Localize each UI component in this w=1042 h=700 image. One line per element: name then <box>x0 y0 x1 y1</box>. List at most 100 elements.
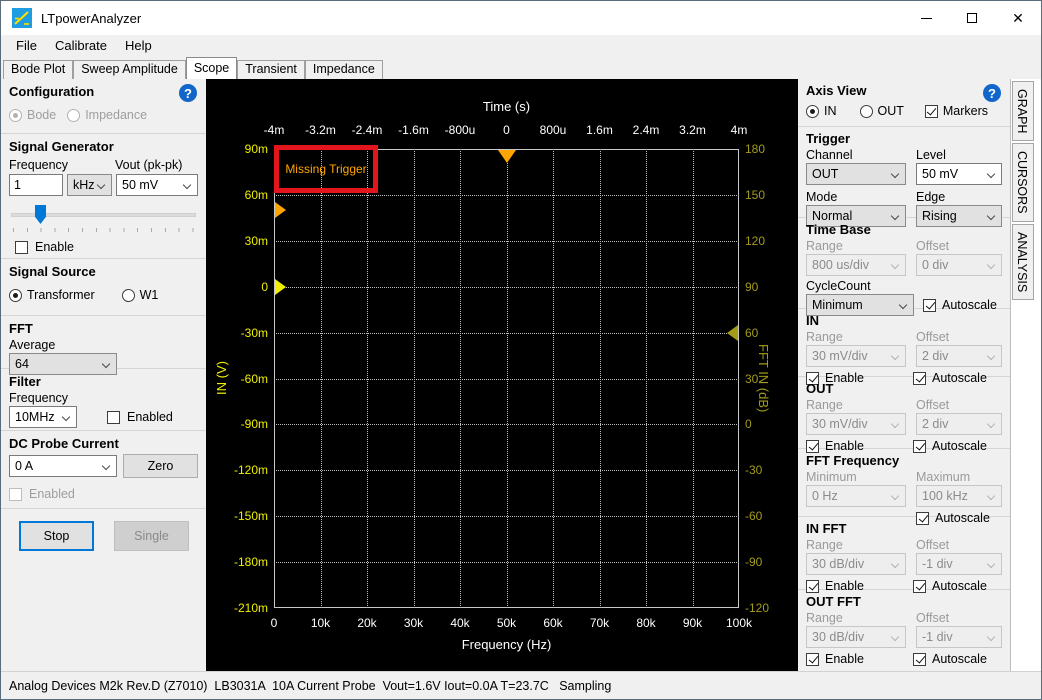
right-control-panel: Axis View ? IN OUT Markers Trigger Chann… <box>798 79 1011 671</box>
filter-frequency-select[interactable]: 10MHz <box>9 406 77 428</box>
dc-probe-current-select[interactable]: 0 A <box>9 455 117 477</box>
axis-view-help-icon[interactable]: ? <box>983 84 1001 102</box>
frequency-tick-label: 80k <box>636 616 655 630</box>
configuration-help-icon[interactable]: ? <box>179 84 197 102</box>
app-logo-icon <box>12 8 32 28</box>
menu-calibrate[interactable]: Calibrate <box>46 35 116 57</box>
slider-thumb[interactable] <box>35 205 46 224</box>
menu-file[interactable]: File <box>7 35 46 57</box>
fft-section: FFT Average 64 <box>1 316 206 369</box>
missing-trigger-annotation: Missing Trigger <box>274 145 378 193</box>
trigger-level-select[interactable]: 50 mV <box>916 163 1002 185</box>
configuration-title: Configuration <box>9 84 198 99</box>
out-fft-title: OUT FFT <box>806 594 1002 609</box>
stop-button[interactable]: Stop <box>19 521 94 551</box>
time-tick-label: 800u <box>540 123 567 137</box>
filter-enabled-checkbox[interactable] <box>107 411 120 424</box>
fft-maximum-value: 100 kHz <box>922 489 968 503</box>
zero-button[interactable]: Zero <box>123 454 198 478</box>
frequency-input[interactable] <box>9 174 63 196</box>
frequency-tick-label: 10k <box>311 616 330 630</box>
status-text: Analog Devices M2k Rev.D (Z7010) LB3031A… <box>9 679 611 693</box>
trigger-channel-select[interactable]: OUT <box>806 163 906 185</box>
axis-view-title: Axis View <box>806 83 1002 98</box>
tab-sweep-amplitude[interactable]: Sweep Amplitude <box>73 60 186 79</box>
fft-tick-label: 180 <box>745 142 765 156</box>
out-fft-enable-checkbox[interactable] <box>806 653 819 666</box>
in-fft-offset-value: -1 div <box>922 557 953 571</box>
fft-average-label: Average <box>9 338 198 352</box>
signal-generator-enable-label: Enable <box>35 240 74 254</box>
fft-minimum-select: 0 Hz <box>806 485 906 507</box>
side-tab-graph[interactable]: GRAPH <box>1012 81 1034 141</box>
fft-tick-label: 150 <box>745 188 765 202</box>
chevron-down-icon <box>891 261 899 269</box>
time-tick-label: -2.4m <box>352 123 383 137</box>
out-fft-offset-select: -1 div <box>916 626 1002 648</box>
filter-section: Filter Frequency 10MHz Enabled <box>1 369 206 431</box>
axis-view-in-radio[interactable] <box>806 105 819 118</box>
frequency-slider[interactable] <box>11 204 196 234</box>
frequency-unit-value: kHz <box>73 178 95 192</box>
frequency-tick-label: 90k <box>683 616 702 630</box>
grid-line <box>274 424 739 425</box>
time-tick-label: 1.6m <box>586 123 613 137</box>
scope-plot: Time (s) Frequency (Hz) IN (V) FFT IN (d… <box>206 79 798 671</box>
signal-generator-enable-checkbox[interactable] <box>15 241 28 254</box>
frequency-unit-select[interactable]: kHz <box>67 174 112 196</box>
trigger-title: Trigger <box>806 131 1002 146</box>
w1-radio[interactable] <box>122 289 135 302</box>
time-base-title: Time Base <box>806 222 1002 237</box>
tab-transient[interactable]: Transient <box>237 60 305 79</box>
fft-level-marker[interactable] <box>727 325 738 341</box>
grid-line <box>274 287 739 288</box>
chevron-down-icon <box>891 633 899 641</box>
fft-tick-label: -60 <box>745 509 762 523</box>
time-base-offset-select: 0 div <box>916 254 1002 276</box>
out-trigger-level-marker[interactable] <box>275 202 286 218</box>
out-fft-autoscale-checkbox[interactable] <box>913 653 926 666</box>
axis-view-out-radio[interactable] <box>860 105 873 118</box>
maximize-icon <box>967 13 977 23</box>
chevron-down-icon <box>987 261 995 269</box>
transformer-radio[interactable] <box>9 289 22 302</box>
in-range-value: 30 mV/div <box>812 349 868 363</box>
chevron-down-icon <box>987 420 995 428</box>
tab-bode-plot[interactable]: Bode Plot <box>3 60 73 79</box>
in-fft-title: IN FFT <box>806 521 1002 536</box>
status-bar: Analog Devices M2k Rev.D (Z7010) LB3031A… <box>1 671 1041 699</box>
time-base-range-label: Range <box>806 239 916 253</box>
dc-probe-enabled-checkbox <box>9 488 22 501</box>
fft-tick-label: 90 <box>745 280 758 294</box>
time-tick-label: -800u <box>445 123 476 137</box>
trigger-channel-label: Channel <box>806 148 916 162</box>
filter-frequency-value: 10MHz <box>15 410 55 424</box>
in-range-select: 30 mV/div <box>806 345 906 367</box>
minimize-button[interactable] <box>903 1 949 35</box>
tab-impedance[interactable]: Impedance <box>305 60 383 79</box>
tab-scope[interactable]: Scope <box>186 57 237 79</box>
side-tab-cursors[interactable]: CURSORS <box>1012 143 1034 222</box>
in-fft-offset-select: -1 div <box>916 553 1002 575</box>
dc-probe-current-value: 0 A <box>15 459 33 473</box>
maximize-button[interactable] <box>949 1 995 35</box>
vout-select[interactable]: 50 mV <box>116 174 198 196</box>
out-range-select: 30 mV/div <box>806 413 906 435</box>
out-section: OUT Range Offset 30 mV/div 2 div Enable <box>798 377 1010 449</box>
grid-line <box>274 241 739 242</box>
trigger-time-marker[interactable] <box>498 150 516 163</box>
frequency-axis-title: Frequency (Hz) <box>274 637 739 652</box>
fft-tick-label: 120 <box>745 234 765 248</box>
chevron-down-icon <box>987 633 995 641</box>
fft-tick-label: 60 <box>745 326 758 340</box>
out-offset-label: Offset <box>916 398 949 412</box>
markers-checkbox[interactable] <box>925 105 938 118</box>
in-tick-label: -30m <box>206 326 268 340</box>
fft-minimum-value: 0 Hz <box>812 489 838 503</box>
run-controls-section: Stop Single <box>1 509 206 555</box>
side-tab-analysis[interactable]: ANALYSIS <box>1012 224 1034 300</box>
in-zero-marker[interactable] <box>275 279 286 295</box>
close-button[interactable]: ✕ <box>995 1 1041 35</box>
transformer-radio-label: Transformer <box>27 288 95 302</box>
menu-help[interactable]: Help <box>116 35 161 57</box>
